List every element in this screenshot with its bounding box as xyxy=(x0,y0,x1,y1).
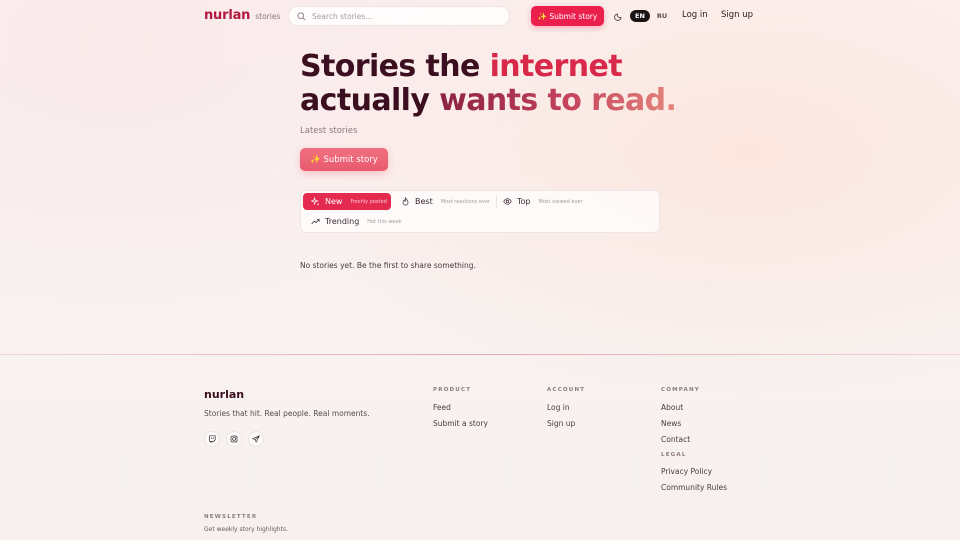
footer-link-feed[interactable]: Feed xyxy=(433,403,451,412)
newsletter-heading: NEWSLETTER xyxy=(204,514,258,520)
instagram-link[interactable] xyxy=(226,431,242,447)
tab-new-hint: Freshly posted xyxy=(350,198,387,205)
search-icon xyxy=(297,11,306,20)
tab-top-label: Top xyxy=(517,197,531,206)
sparkle-icon xyxy=(311,197,320,206)
footer-product-heading: PRODUCT xyxy=(433,387,472,393)
twitch-link[interactable] xyxy=(204,431,220,447)
footer-divider xyxy=(0,354,960,355)
flame-icon xyxy=(401,197,410,206)
feed-tabs: New Freshly posted Best Most reactions e… xyxy=(300,190,660,233)
instagram-icon xyxy=(230,435,238,443)
tab-best-label: Best xyxy=(415,197,433,206)
search-box[interactable] xyxy=(288,6,510,26)
logo-subtitle: stories xyxy=(255,12,281,21)
login-link[interactable]: Log in xyxy=(682,10,708,20)
telegram-link[interactable] xyxy=(248,431,264,447)
footer-legal-heading: LEGAL xyxy=(661,452,687,458)
moon-icon xyxy=(613,12,622,21)
tab-trending[interactable]: Trending Hot this week xyxy=(303,213,413,230)
twitch-icon xyxy=(209,435,216,443)
tab-best[interactable]: Best Most reactions ever xyxy=(393,193,493,210)
footer-tagline: Stories that hit. Real people. Real mome… xyxy=(204,409,370,418)
logo[interactable]: nurlan stories xyxy=(204,8,280,23)
footer-brand[interactable]: nurlan xyxy=(204,388,244,401)
footer-link-signup[interactable]: Sign up xyxy=(547,419,575,428)
telegram-icon xyxy=(252,435,260,443)
top-nav: nurlan stories ✨ Submit story EN RU Log … xyxy=(0,0,960,32)
tab-best-hint: Most reactions ever xyxy=(440,198,491,205)
signup-link[interactable]: Sign up xyxy=(721,10,753,20)
hero-title-accent1: internet xyxy=(489,49,623,84)
footer-company-heading: COMPANY xyxy=(661,387,700,393)
social-links xyxy=(204,431,264,447)
tab-trending-hint: Hot this week xyxy=(367,218,402,225)
footer-link-login[interactable]: Log in xyxy=(547,403,570,412)
logo-name: nurlan xyxy=(204,8,251,23)
tab-trending-label: Trending xyxy=(325,217,360,226)
tab-new-label: New xyxy=(325,197,343,206)
newsletter-subtitle: Get weekly story highlights. xyxy=(204,526,288,533)
tab-new[interactable]: New Freshly posted xyxy=(303,193,391,210)
hero-title-accent2: wants to read. xyxy=(439,83,677,118)
search-input[interactable] xyxy=(312,11,492,21)
empty-state-message: No stories yet. Be the first to share so… xyxy=(300,261,476,270)
language-switcher: EN RU xyxy=(630,10,672,22)
theme-toggle[interactable] xyxy=(612,10,624,22)
footer-link-about[interactable]: About xyxy=(661,403,683,412)
trending-up-icon xyxy=(311,217,320,226)
footer-link-contact[interactable]: Contact xyxy=(661,435,690,444)
language-ru[interactable]: RU xyxy=(652,10,672,22)
hero-subtitle: Latest stories xyxy=(300,126,358,136)
footer-link-submit-story[interactable]: Submit a story xyxy=(433,419,488,428)
language-en[interactable]: EN xyxy=(630,10,650,22)
tab-top-hint: Most viewed ever xyxy=(538,198,583,205)
footer-account-heading: ACCOUNT xyxy=(547,387,586,393)
eye-icon xyxy=(503,197,512,206)
footer-link-community-rules[interactable]: Community Rules xyxy=(661,483,727,492)
hero-title-part2: actually xyxy=(300,83,440,118)
tab-top[interactable]: Top Most viewed ever xyxy=(495,193,595,210)
hero-submit-story-button[interactable]: ✨ Submit story xyxy=(300,148,388,171)
footer-link-news[interactable]: News xyxy=(661,419,681,428)
footer-link-privacy-policy[interactable]: Privacy Policy xyxy=(661,467,712,476)
submit-story-button[interactable]: ✨ Submit story xyxy=(531,6,604,26)
hero-title: Stories the internet actually wants to r… xyxy=(300,49,677,118)
hero-title-part1: Stories the xyxy=(300,49,490,84)
